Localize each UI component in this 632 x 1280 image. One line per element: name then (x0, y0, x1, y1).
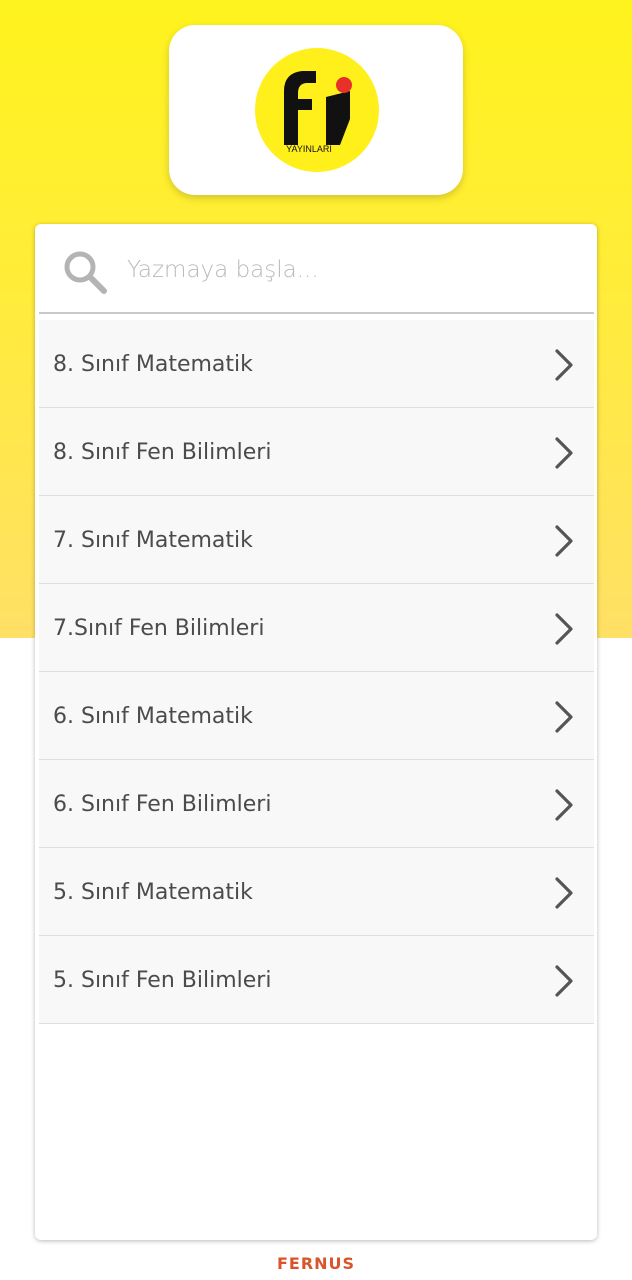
chevron-right-icon (555, 525, 573, 557)
search-icon (64, 251, 107, 294)
list-item-label: 8. Sınıf Matematik (53, 352, 253, 377)
chevron-right-icon (555, 877, 573, 909)
list-item[interactable]: 7.Sınıf Fen Bilimleri (39, 584, 594, 672)
chevron-right-icon (555, 349, 573, 381)
search-input[interactable] (127, 246, 567, 294)
list-item[interactable]: 5. Sınıf Fen Bilimleri (39, 936, 594, 1024)
list-item-label: 5. Sınıf Matematik (53, 880, 253, 905)
list-item-label: 8. Sınıf Fen Bilimleri (53, 440, 272, 465)
search-bar (35, 224, 597, 314)
list-item-label: 7.Sınıf Fen Bilimleri (53, 616, 265, 641)
search-underline (39, 312, 594, 314)
list-item-label: 6. Sınıf Matematik (53, 704, 253, 729)
logo-card: YAYINLARI (169, 25, 463, 195)
chevron-right-icon (555, 437, 573, 469)
chevron-right-icon (555, 613, 573, 645)
list-item-label: 5. Sınıf Fen Bilimleri (53, 968, 272, 993)
list-item[interactable]: 7. Sınıf Matematik (39, 496, 594, 584)
list-item-label: 6. Sınıf Fen Bilimleri (53, 792, 272, 817)
course-list: 8. Sınıf Matematik 8. Sınıf Fen Bilimler… (39, 320, 594, 1024)
chevron-right-icon (555, 701, 573, 733)
list-item[interactable]: 6. Sınıf Fen Bilimleri (39, 760, 594, 848)
course-list-card: 8. Sınıf Matematik 8. Sınıf Fen Bilimler… (35, 224, 597, 1240)
list-item[interactable]: 8. Sınıf Fen Bilimleri (39, 408, 594, 496)
footer-brand: FERNUS (276, 1254, 356, 1273)
list-item[interactable]: 8. Sınıf Matematik (39, 320, 594, 408)
list-item[interactable]: 6. Sınıf Matematik (39, 672, 594, 760)
list-item[interactable]: 5. Sınıf Matematik (39, 848, 594, 936)
fi-yayinlari-logo: YAYINLARI (255, 48, 379, 172)
list-item-label: 7. Sınıf Matematik (53, 528, 253, 553)
chevron-right-icon (555, 965, 573, 997)
svg-text:YAYINLARI: YAYINLARI (286, 144, 332, 154)
chevron-right-icon (555, 789, 573, 821)
